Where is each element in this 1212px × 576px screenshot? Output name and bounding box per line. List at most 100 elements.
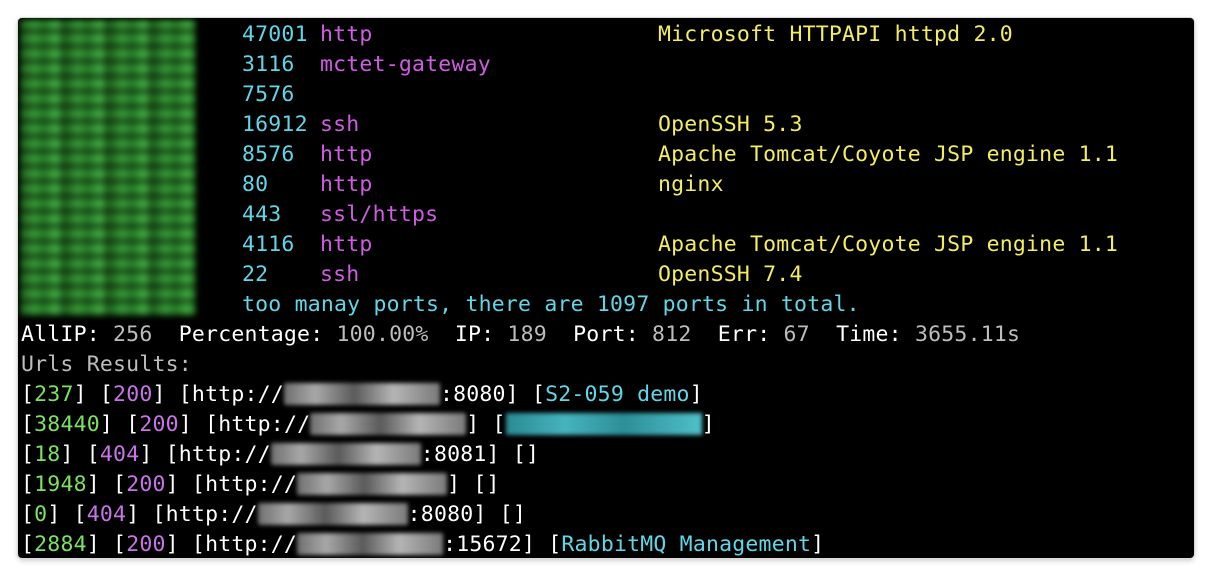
bracket-open: [ [86, 442, 100, 467]
response-size: 0 [34, 502, 48, 527]
url-prefix[interactable]: [http:// [153, 502, 258, 527]
status-code: 200 [139, 412, 179, 437]
bracket-close: ] [689, 382, 703, 407]
port-number: 80 [242, 172, 269, 197]
bracket-close: ] [126, 502, 153, 527]
terminal-window[interactable]: 47001 http Microsoft HTTPAPI httpd 2.0 3116… [18, 18, 1194, 558]
percentage-label: Percentage: [178, 322, 324, 347]
service-name: ssh [320, 262, 360, 287]
service-name: http [320, 232, 373, 257]
bracket-open: [ [113, 532, 127, 557]
url-suffix[interactable]: :8080] [408, 502, 487, 527]
bracket-open: [ [518, 382, 546, 407]
redacted-host [310, 413, 467, 435]
bracket-open: [ [535, 532, 562, 557]
service-version: Apache Tomcat/Coyote JSP engine 1.1 [658, 142, 1119, 167]
allip-value: 256 [113, 322, 153, 347]
status-code: 200 [126, 532, 166, 557]
port-number: 443 [242, 202, 282, 227]
bracket-close: ] [811, 532, 825, 557]
service-name: http [320, 142, 373, 167]
service-version: nginx [658, 172, 724, 197]
bracket-open: [ [73, 502, 87, 527]
url-prefix[interactable]: [http:// [192, 532, 297, 557]
url-result-row: [18] [404] [http:// :8081] [] [21, 440, 539, 470]
bracket-close: ] [99, 412, 127, 437]
url-prefix[interactable]: [http:// [166, 442, 271, 467]
status-code: 404 [99, 442, 140, 467]
bracket-open: [ [460, 472, 487, 497]
bracket-close: ] [60, 442, 87, 467]
url-suffix[interactable]: :8080] [440, 382, 519, 407]
url-result-row: [237] [200] [http://:8080] [S2-059 demo] [21, 380, 703, 410]
url-result-row: [38440] [200] [http://] [] [21, 410, 715, 440]
url-prefix[interactable]: [http:// [192, 472, 297, 497]
service-version: OpenSSH 5.3 [658, 112, 803, 137]
bracket-close: ] [512, 502, 526, 527]
allip-label: AllIP: [21, 322, 100, 347]
redacted-ip-column [20, 20, 196, 316]
bracket-close: ] [701, 412, 715, 437]
page-title: RabbitMQ Management [561, 532, 812, 557]
port-number: 3116 [242, 52, 295, 77]
service-version: Apache Tomcat/Coyote JSP engine 1.1 [658, 232, 1119, 257]
response-size: 1948 [34, 472, 87, 497]
too-many-ports-note: too manay ports, there are 1097 ports in… [242, 292, 860, 317]
service-name: http [320, 172, 373, 197]
service-name: http [320, 22, 373, 47]
service-version: OpenSSH 7.4 [658, 262, 803, 287]
err-value: 67 [783, 322, 810, 347]
redacted-host [270, 443, 421, 465]
port-label: Port: [573, 322, 639, 347]
bracket-close: ] [139, 442, 166, 467]
percentage-value: 100.00% [336, 322, 429, 347]
status-code: 404 [86, 502, 127, 527]
service-version: Microsoft HTTPAPI httpd 2.0 [658, 22, 1013, 47]
port-value: 812 [652, 322, 692, 347]
url-suffix[interactable]: :15672] [443, 532, 535, 557]
bracket-close: ] [86, 532, 114, 557]
response-size: 2884 [34, 532, 87, 557]
err-label: Err: [717, 322, 771, 347]
url-result-row: [0] [404] [http:// :8080] [] [21, 500, 526, 530]
bracket-close: ] [525, 442, 540, 467]
ip-value: 189 [507, 322, 547, 347]
bracket-open: [ [21, 442, 35, 467]
bracket-close: ] [178, 412, 206, 437]
bracket-close: ] [86, 472, 114, 497]
response-size: 18 [34, 442, 61, 467]
service-name: ssl/https [320, 202, 439, 227]
response-size: 38440 [34, 412, 100, 437]
bracket-open: [ [126, 412, 140, 437]
time-label: Time: [836, 322, 902, 347]
url-suffix[interactable]: :8081] [421, 442, 500, 467]
url-result-row: [2884] [200] [http://:15672] [RabbitMQ M… [21, 530, 824, 558]
url-prefix[interactable]: [http:// [205, 412, 310, 437]
summary-line: AllIP: 256 Percentage: 100.00% IP: 189 P… [21, 320, 1020, 350]
time-value: 3655.11s [915, 322, 1021, 347]
redacted-host [297, 533, 444, 555]
bracket-open: [ [486, 502, 513, 527]
bracket-close: ] [165, 472, 192, 497]
response-size: 237 [34, 382, 74, 407]
bracket-open: [ [499, 442, 526, 467]
url-prefix[interactable]: [http:// [179, 382, 284, 407]
bracket-open: [ [21, 472, 35, 497]
bracket-close: ] [152, 382, 179, 407]
url-suffix[interactable]: ] [466, 412, 479, 437]
port-number: 22 [242, 262, 269, 287]
port-number: 8576 [242, 142, 295, 167]
bracket-open: [ [99, 382, 114, 407]
status-code: 200 [113, 382, 153, 407]
bracket-close: ] [47, 502, 74, 527]
ip-label: IP: [454, 322, 495, 347]
bracket-open: [ [21, 382, 35, 407]
bracket-close: ] [73, 382, 100, 407]
bracket-open: [ [479, 412, 506, 437]
port-number: 47001 [242, 22, 308, 47]
bracket-open: [ [21, 502, 35, 527]
status-code: 200 [126, 472, 166, 497]
url-suffix[interactable]: ] [447, 472, 460, 497]
redacted-host [257, 503, 408, 525]
port-number: 4116 [242, 232, 295, 257]
